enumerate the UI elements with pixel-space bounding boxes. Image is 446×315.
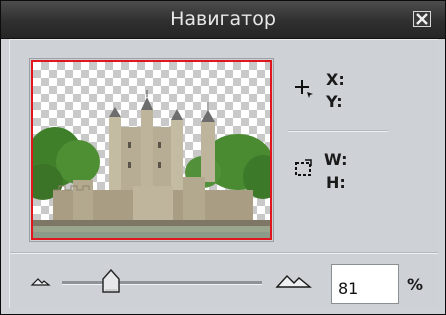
- zoom-separator: [10, 252, 438, 254]
- title-bar[interactable]: Навигатор: [1, 1, 445, 39]
- h-label: H:: [326, 173, 346, 192]
- zoom-value-input[interactable]: [331, 264, 399, 304]
- zoom-controls: %: [10, 256, 438, 306]
- close-x-icon: [416, 13, 428, 25]
- zoom-slider-track[interactable]: [62, 281, 262, 285]
- panel-title: Навигатор: [170, 8, 276, 30]
- x-label: X:: [326, 70, 345, 89]
- y-label: Y:: [326, 92, 343, 111]
- navigator-preview[interactable]: [31, 60, 272, 240]
- zoom-unit-label: %: [407, 275, 424, 294]
- panel-content: X: Y: W: H: %: [9, 39, 438, 308]
- close-button[interactable]: [413, 11, 431, 27]
- selection-size-icon: [295, 159, 312, 176]
- crosshair-icon: [295, 80, 313, 98]
- castle-thumbnail: [33, 90, 270, 238]
- mountain-small-icon[interactable]: [30, 274, 52, 288]
- zoom-slider-thumb[interactable]: [100, 268, 122, 294]
- w-label: W:: [324, 150, 348, 169]
- mountain-large-icon[interactable]: [274, 270, 314, 290]
- info-separator: [288, 130, 388, 132]
- navigator-panel: Навигатор X: Y: W: H: 81 %: [0, 0, 446, 315]
